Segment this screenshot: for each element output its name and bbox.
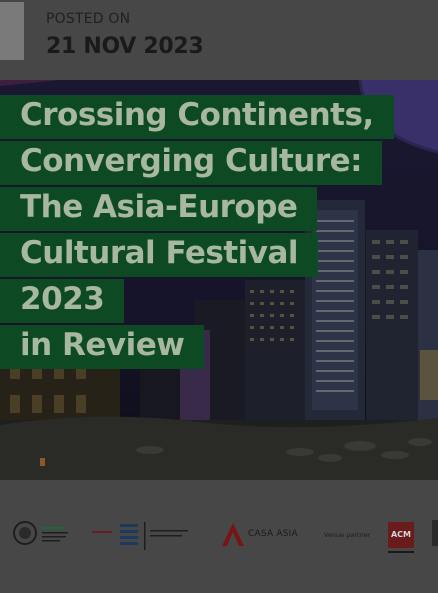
title-line-2: Converging Culture: — [0, 141, 383, 185]
acm-underline — [388, 551, 414, 553]
title-line-4: Cultural Festival 2023 — [0, 233, 319, 323]
post-date-block: POSTED ON 21 NOV 2023 — [0, 0, 438, 80]
estonian-embassy-logo — [120, 522, 188, 550]
posted-on-label: POSTED ON — [46, 11, 131, 27]
posted-date: 21 NOV 2023 — [46, 34, 204, 59]
casa-asia-label: CASA ASIA — [248, 529, 298, 539]
italian-embassy-logo — [13, 521, 112, 545]
title-line-5: in Review — [0, 325, 205, 369]
casa-asia-logo — [222, 523, 244, 546]
title-line-3: The Asia-Europe — [0, 187, 318, 231]
date-accent-bar — [0, 2, 24, 60]
article-title[interactable]: Crossing Continents, Converging Culture:… — [0, 92, 400, 369]
title-line-1: Crossing Continents, — [0, 95, 394, 139]
venue-partner-label: Venue partner — [324, 531, 371, 539]
acm-logo: ACM — [388, 522, 414, 548]
partner-logo-edge — [432, 520, 438, 546]
